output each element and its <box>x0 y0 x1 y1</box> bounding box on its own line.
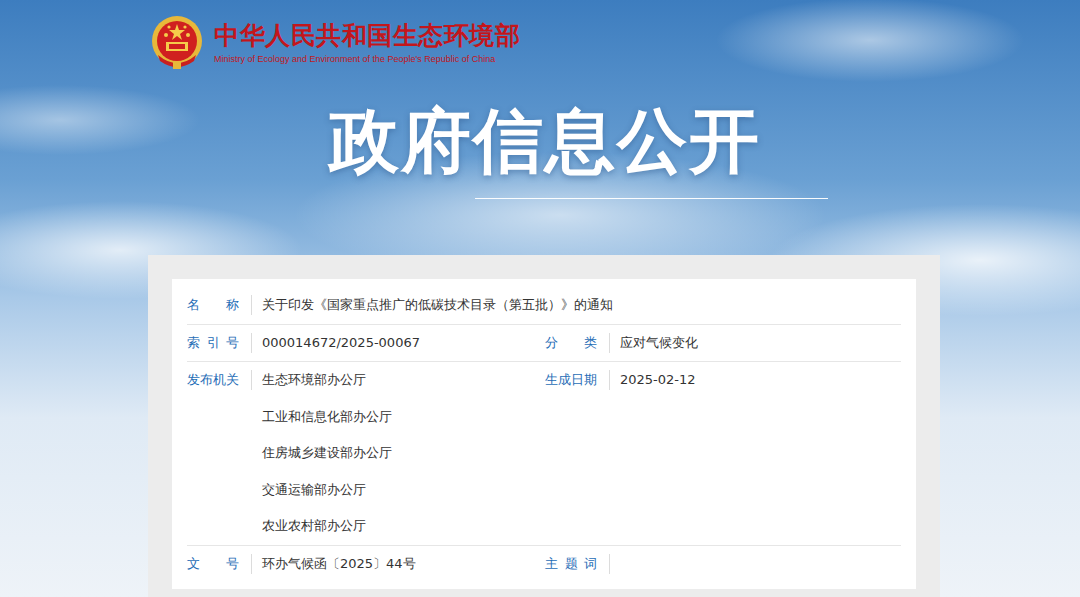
info-row: 发布机关生态环境部办公厅工业和信息化部办公厅住房城乡建设部办公厅交通运输部办公厅… <box>187 362 901 546</box>
banner-underline <box>475 198 828 199</box>
national-emblem-icon <box>150 15 204 71</box>
field-value: 环办气候函〔2025〕44号 <box>262 546 416 583</box>
info-field: 发布机关生态环境部办公厅工业和信息化部办公厅住房城乡建设部办公厅交通运输部办公厅… <box>187 362 545 545</box>
info-field: 分类应对气候变化 <box>545 325 901 362</box>
site-subtitle: Ministry of Ecology and Environment of t… <box>214 54 520 65</box>
field-divider <box>609 370 610 390</box>
field-value: 工业和信息化部办公厅 <box>262 399 392 436</box>
field-values: 生态环境部办公厅工业和信息化部办公厅住房城乡建设部办公厅交通运输部办公厅农业农村… <box>262 362 392 545</box>
field-values: 关于印发《国家重点推广的低碳技术目录（第五批）》的通知 <box>262 287 545 324</box>
field-value: 应对气候变化 <box>620 325 698 362</box>
info-panel: 名称关于印发《国家重点推广的低碳技术目录（第五批）》的通知索引号 00001467… <box>148 255 940 597</box>
field-divider <box>251 370 252 390</box>
field-value: 000014672/2025-00067 <box>262 325 420 362</box>
site-header: 中华人民共和国生态环境部 Ministry of Ecology and Envi… <box>0 0 1080 71</box>
info-field: 文号环办气候函〔2025〕44号 <box>187 546 545 583</box>
info-row: 名称关于印发《国家重点推广的低碳技术目录（第五批）》的通知 <box>187 287 901 325</box>
site-title[interactable]: 中华人民共和国生态环境部 <box>214 21 520 51</box>
page: 中华人民共和国生态环境部 Ministry of Ecology and Envi… <box>0 0 1080 597</box>
field-divider <box>609 333 610 353</box>
field-value: 关于印发《国家重点推广的低碳技术目录（第五批）》的通知 <box>262 287 545 324</box>
info-field: 名称关于印发《国家重点推广的低碳技术目录（第五批）》的通知 <box>187 287 545 324</box>
field-value: 交通运输部办公厅 <box>262 472 392 509</box>
field-label: 名称 <box>187 287 239 323</box>
info-field: 生成日期 2025-02-12 <box>545 362 901 545</box>
field-label: 分类 <box>545 325 597 361</box>
info-row: 索引号 000014672/2025-00067 分类应对气候变化 <box>187 325 901 363</box>
field-value: 2025-02-12 <box>620 362 696 399</box>
info-row: 文号环办气候函〔2025〕44号主题词 <box>187 546 901 583</box>
info-field: 索引号 000014672/2025-00067 <box>187 325 545 362</box>
info-field: 主题词 <box>545 546 901 583</box>
field-value: 住房城乡建设部办公厅 <box>262 435 392 472</box>
field-value: 农业农村部办公厅 <box>262 508 392 545</box>
info-table: 名称关于印发《国家重点推广的低碳技术目录（第五批）》的通知索引号 00001467… <box>172 279 916 589</box>
field-values: 环办气候函〔2025〕44号 <box>262 546 416 583</box>
field-value: 生态环境部办公厅 <box>262 362 392 399</box>
field-divider <box>251 295 252 315</box>
field-values: 2025-02-12 <box>620 362 696 399</box>
field-values: 000014672/2025-00067 <box>262 325 420 362</box>
field-label: 发布机关 <box>187 362 239 398</box>
field-values: 应对气候变化 <box>620 325 698 362</box>
field-label: 文号 <box>187 546 239 582</box>
banner-title: 政府信息公开 <box>0 101 1080 181</box>
field-label: 主题词 <box>545 546 597 582</box>
site-title-block[interactable]: 中华人民共和国生态环境部 Ministry of Ecology and Envi… <box>214 21 520 65</box>
field-divider <box>609 554 610 574</box>
field-label: 生成日期 <box>545 362 597 398</box>
field-divider <box>251 554 252 574</box>
field-divider <box>251 333 252 353</box>
field-label: 索引号 <box>187 325 239 361</box>
